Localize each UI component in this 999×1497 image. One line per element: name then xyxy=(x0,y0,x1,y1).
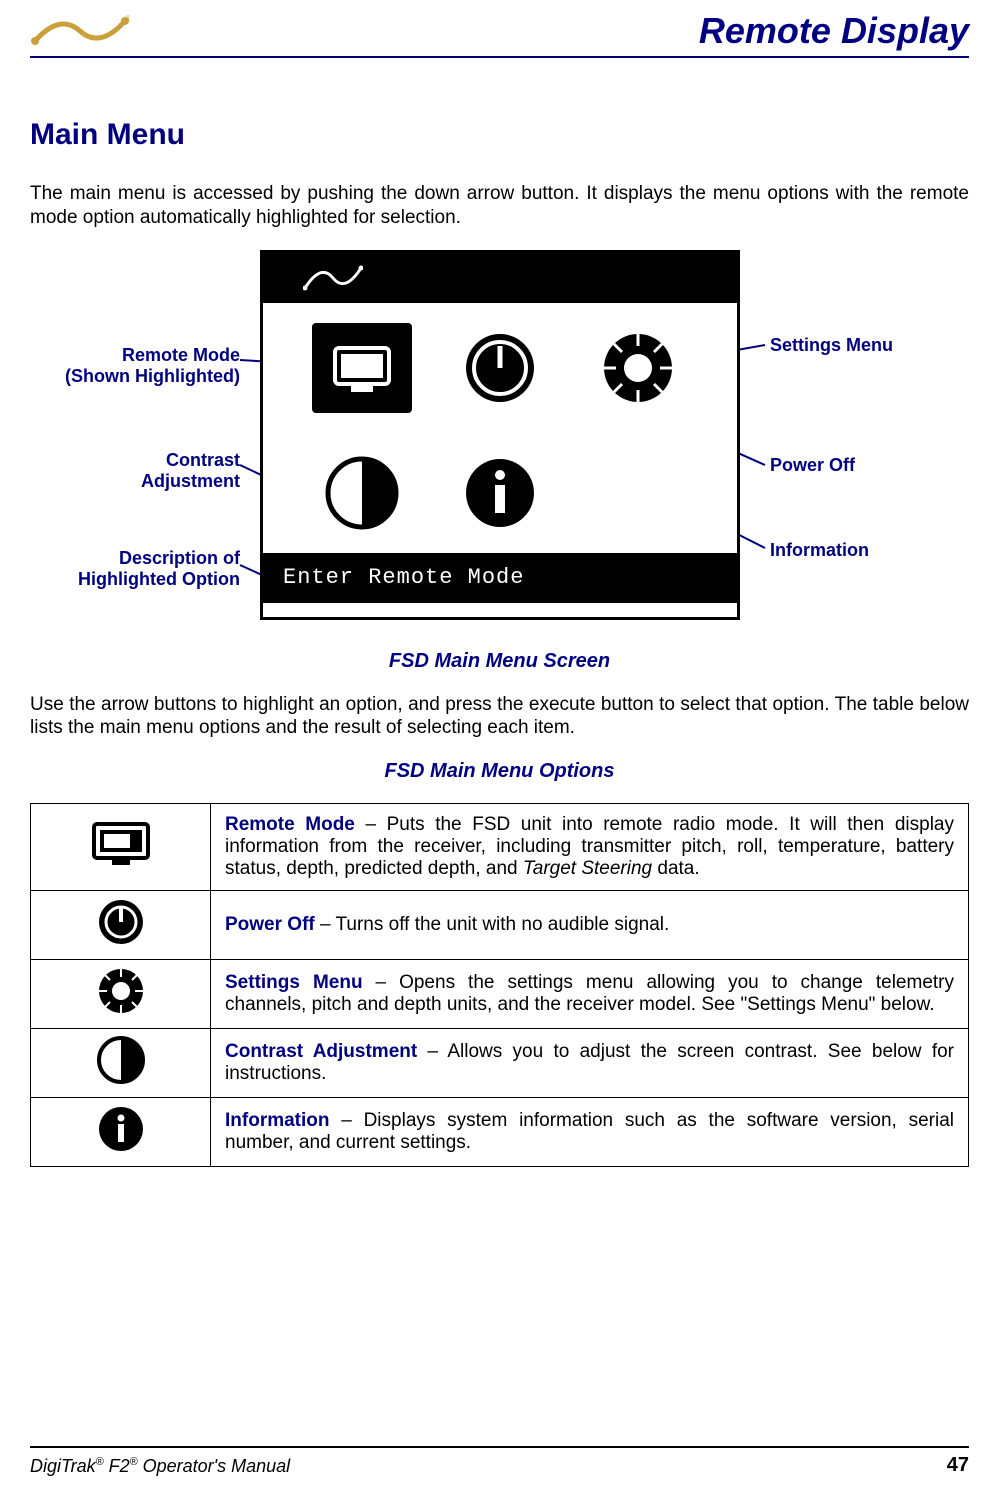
table-row: Power Off – Turns off the unit with no a… xyxy=(31,891,969,960)
main-heading: Main Menu xyxy=(30,118,969,152)
table-caption: FSD Main Menu Options xyxy=(30,760,969,783)
page-number: 47 xyxy=(947,1454,969,1477)
row-desc2: data. xyxy=(652,858,700,879)
callout-information: Information xyxy=(770,540,869,562)
row-desc: – Turns off the unit with no audible sig… xyxy=(315,914,670,935)
row-label: Settings Menu xyxy=(225,972,363,993)
page-header: ® Remote Display xyxy=(30,10,969,58)
intro-paragraph: The main menu is accessed by pushing the… xyxy=(30,182,969,230)
callout-text: Highlighted Option xyxy=(78,569,240,589)
footer-text: DigiTrak xyxy=(30,1456,96,1476)
options-table: Remote Mode – Puts the FSD unit into rem… xyxy=(30,803,969,1167)
body-paragraph-2: Use the arrow buttons to highlight an op… xyxy=(30,693,969,741)
row-label: Contrast Adjustment xyxy=(225,1041,417,1062)
table-cell: Information – Displays system informatio… xyxy=(211,1098,969,1167)
information-icon xyxy=(31,1098,211,1167)
remote-mode-icon xyxy=(31,804,211,891)
callout-remote-mode: Remote Mode (Shown Highlighted) xyxy=(30,345,240,388)
callout-text: Remote Mode xyxy=(122,345,240,365)
callout-contrast: Contrast Adjustment xyxy=(30,450,240,493)
information-icon xyxy=(450,448,550,538)
table-cell: Remote Mode – Puts the FSD unit into rem… xyxy=(211,804,969,891)
fsd-screen: Enter Remote Mode xyxy=(260,250,740,620)
callout-settings: Settings Menu xyxy=(770,335,893,357)
table-row: Settings Menu – Opens the settings menu … xyxy=(31,960,969,1029)
callout-text: Adjustment xyxy=(141,471,240,491)
table-row: Information – Displays system informatio… xyxy=(31,1098,969,1167)
svg-text:®: ® xyxy=(125,14,130,23)
table-cell: Settings Menu – Opens the settings menu … xyxy=(211,960,969,1029)
footer-text: Operator's Manual xyxy=(138,1456,291,1476)
settings-menu-icon xyxy=(31,960,211,1029)
table-cell: Power Off – Turns off the unit with no a… xyxy=(211,891,969,960)
callout-text: Description of xyxy=(119,548,240,568)
main-menu-diagram: Remote Mode (Shown Highlighted) Contrast… xyxy=(30,250,969,640)
spacer xyxy=(588,448,688,538)
table-row: Remote Mode – Puts the FSD unit into rem… xyxy=(31,804,969,891)
row-label: Power Off xyxy=(225,914,315,935)
callout-power-off: Power Off xyxy=(770,455,855,477)
screen-caption: FSD Main Menu Screen xyxy=(30,650,969,673)
contrast-icon xyxy=(31,1029,211,1098)
page-title: Remote Display xyxy=(699,10,969,52)
row-desc: – Displays system information such as th… xyxy=(225,1110,954,1153)
callout-description: Description of Highlighted Option xyxy=(30,548,240,591)
screen-top-bar xyxy=(263,253,737,303)
footer-text: F2 xyxy=(104,1456,130,1476)
row-label: Remote Mode xyxy=(225,814,355,835)
row-ital: Target Steering xyxy=(523,858,652,879)
manual-name: DigiTrak® F2® Operator's Manual xyxy=(30,1456,290,1477)
callout-text: Contrast xyxy=(166,450,240,470)
settings-menu-icon xyxy=(588,323,688,413)
page-footer: DigiTrak® F2® Operator's Manual 47 xyxy=(30,1446,969,1477)
row-label: Information xyxy=(225,1110,330,1131)
power-off-icon xyxy=(450,323,550,413)
table-row: Contrast Adjustment – Allows you to adju… xyxy=(31,1029,969,1098)
screen-footer-text: Enter Remote Mode xyxy=(263,553,737,603)
power-off-icon xyxy=(31,891,211,960)
remote-mode-icon xyxy=(312,323,412,413)
dci-logo: ® xyxy=(30,13,130,49)
contrast-icon xyxy=(312,448,412,538)
callout-text: (Shown Highlighted) xyxy=(65,366,240,386)
table-cell: Contrast Adjustment – Allows you to adju… xyxy=(211,1029,969,1098)
